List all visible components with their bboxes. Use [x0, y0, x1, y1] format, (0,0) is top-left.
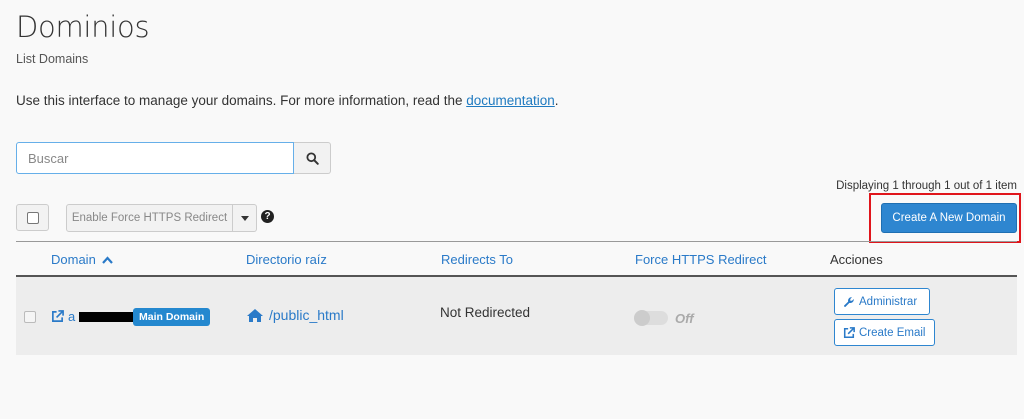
pagination-info: Displaying 1 through 1 out of 1 item [836, 180, 1017, 192]
force-https-button-group: Enable Force HTTPS Redirect [66, 204, 257, 232]
page-subtitle: List Domains [16, 52, 89, 66]
force-https-status: Off [675, 311, 694, 326]
administrar-button[interactable]: Administrar [834, 288, 930, 315]
domain-name: a [68, 309, 76, 324]
search-icon [305, 151, 319, 165]
home-icon [247, 308, 263, 322]
force-https-button[interactable]: Enable Force HTTPS Redirect [66, 204, 233, 232]
redirects-to-value: Not Redirected [440, 305, 531, 320]
question-circle-icon[interactable]: ? [261, 210, 274, 223]
select-all-checkbox[interactable] [16, 204, 49, 231]
redacted-domain [79, 311, 135, 322]
column-header-redirects[interactable]: Redirects To [441, 252, 513, 267]
external-link-icon [52, 310, 64, 322]
column-header-root-dir[interactable]: Directorio raíz [246, 252, 327, 267]
search-input[interactable] [16, 142, 294, 174]
search-group [16, 142, 331, 174]
create-domain-button[interactable]: Create A New Domain [881, 203, 1017, 233]
page-description: Use this interface to manage your domain… [16, 93, 559, 108]
row-checkbox[interactable] [24, 311, 36, 323]
search-button[interactable] [294, 142, 331, 174]
wrench-icon [844, 296, 854, 307]
caret-down-icon [240, 215, 249, 221]
domain-cell[interactable]: a [51, 309, 135, 324]
main-domain-badge: Main Domain [133, 308, 211, 326]
page-title: Dominios [16, 10, 150, 44]
column-header-domain[interactable]: Domain [51, 252, 114, 267]
column-header-force-https[interactable]: Force HTTPS Redirect [635, 252, 766, 267]
documentation-link[interactable]: documentation [466, 93, 555, 108]
root-dir-link[interactable]: /public_html [246, 307, 344, 323]
force-https-dropdown-toggle[interactable] [233, 204, 257, 232]
external-link-icon [843, 326, 855, 338]
table-top-border [16, 241, 1017, 242]
chevron-up-icon [102, 256, 114, 264]
force-https-toggle[interactable] [634, 310, 668, 326]
column-header-actions: Acciones [830, 252, 883, 267]
create-email-button[interactable]: Create Email [834, 319, 935, 346]
